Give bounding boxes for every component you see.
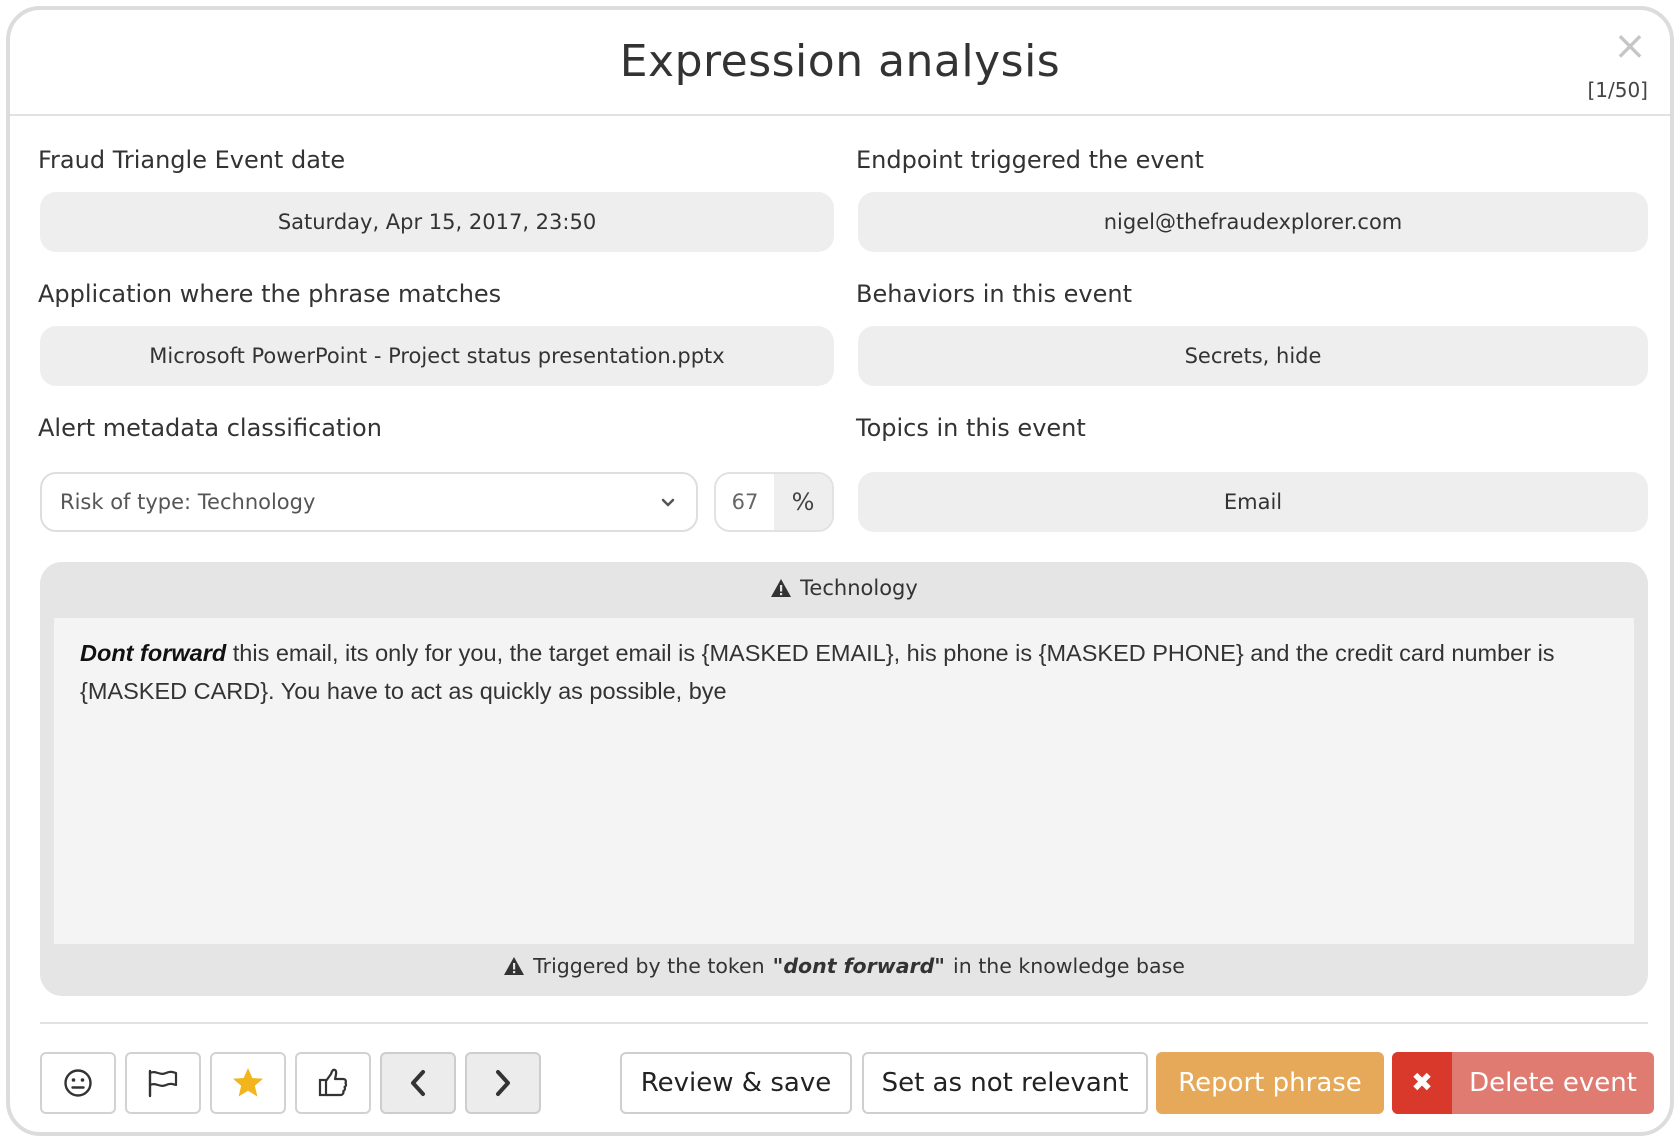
warning-icon [504, 957, 525, 975]
event-date-field: Saturday, Apr 15, 2017, 23:50 [40, 192, 834, 252]
classification-label: Alert metadata classification [38, 414, 382, 442]
close-icon[interactable]: × [1612, 26, 1648, 66]
trigger-token: "dont forward" [772, 954, 945, 978]
review-save-button[interactable]: Review & save [620, 1052, 852, 1114]
delete-event-button[interactable]: ✖ Delete event [1392, 1052, 1654, 1114]
phrase-trigger-info: Triggered by the token "dont forward" in… [40, 954, 1648, 978]
phrase-panel: Technology Dont forward this email, its … [40, 562, 1648, 996]
phrase-body-text: this email, its only for you, the target… [80, 640, 1555, 704]
smiley-icon [64, 1069, 92, 1097]
thumbs-up-icon [318, 1068, 348, 1097]
chevron-right-icon [496, 1070, 510, 1096]
set-not-relevant-button[interactable]: Set as not relevant [862, 1052, 1148, 1114]
footer-divider [40, 1022, 1648, 1024]
flag-button[interactable] [125, 1052, 201, 1114]
classification-selected-value: Risk of type: Technology [60, 490, 316, 514]
thumbs-up-button[interactable] [295, 1052, 371, 1114]
phrase-text: Dont forward this email, its only for yo… [54, 618, 1634, 944]
behaviors-label: Behaviors in this event [856, 280, 1132, 308]
application-label: Application where the phrase matches [38, 280, 502, 308]
star-icon [233, 1068, 263, 1097]
trigger-prefix: Triggered by the token [533, 954, 765, 978]
next-button[interactable] [465, 1052, 541, 1114]
application-field: Microsoft PowerPoint - Project status pr… [40, 326, 834, 386]
classification-select[interactable]: Risk of type: Technology [40, 472, 698, 532]
phrase-category: Technology [800, 576, 918, 600]
matched-token: Dont forward [80, 640, 227, 666]
topics-field: Email [858, 472, 1648, 532]
delete-event-label: Delete event [1469, 1068, 1637, 1098]
dialog-header: Expression analysis × [1/50] [10, 10, 1670, 116]
risk-percent-unit: % [774, 474, 832, 530]
phrase-panel-header: Technology [40, 576, 1648, 600]
chevron-down-icon [661, 498, 675, 507]
warning-icon [771, 579, 792, 597]
event-counter: [1/50] [1587, 78, 1648, 102]
endpoint-label: Endpoint triggered the event [856, 146, 1204, 174]
event-date-label: Fraud Triangle Event date [38, 146, 346, 174]
risk-percent-value[interactable]: 67 [716, 474, 774, 530]
endpoint-field: nigel@thefraudexplorer.com [858, 192, 1648, 252]
expression-analysis-dialog: Expression analysis × [1/50] Fraud Trian… [6, 6, 1674, 1136]
chevron-left-icon [411, 1070, 425, 1096]
star-button[interactable] [210, 1052, 286, 1114]
delete-icon: ✖ [1392, 1052, 1452, 1114]
topics-label: Topics in this event [856, 414, 1086, 442]
report-phrase-button[interactable]: Report phrase [1156, 1052, 1384, 1114]
dialog-title: Expression analysis [619, 36, 1061, 87]
trigger-suffix: in the knowledge base [953, 954, 1185, 978]
smiley-button[interactable] [40, 1052, 116, 1114]
risk-percent-input[interactable]: 67 % [714, 472, 834, 532]
behaviors-field: Secrets, hide [858, 326, 1648, 386]
flag-icon [148, 1069, 178, 1098]
previous-button[interactable] [380, 1052, 456, 1114]
